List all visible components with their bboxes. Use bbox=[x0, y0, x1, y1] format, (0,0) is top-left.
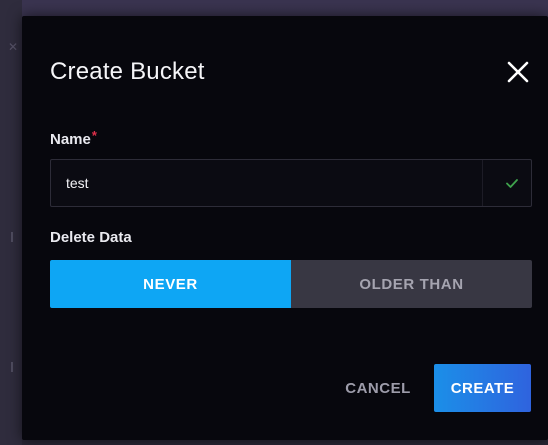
cancel-button[interactable]: CANCEL bbox=[332, 368, 424, 408]
required-indicator: * bbox=[91, 128, 97, 143]
close-button[interactable] bbox=[504, 58, 532, 86]
create-button[interactable]: CREATE bbox=[434, 364, 531, 412]
input-divider bbox=[482, 160, 483, 206]
delete-data-label: Delete Data bbox=[50, 229, 132, 246]
close-icon bbox=[507, 61, 529, 83]
background-sidebar: ✕ bbox=[0, 0, 22, 445]
delete-data-toggle: NEVER OLDER THAN bbox=[50, 260, 532, 308]
background-close-icon: ✕ bbox=[8, 40, 19, 54]
name-label-text: Name bbox=[50, 131, 91, 148]
option-never[interactable]: NEVER bbox=[50, 260, 291, 308]
checkmark-icon bbox=[506, 179, 518, 188]
option-older-than[interactable]: OLDER THAN bbox=[291, 260, 532, 308]
background-divider bbox=[11, 362, 21, 372]
create-bucket-dialog: Create Bucket Name* Delete Data NEVER OL… bbox=[22, 16, 548, 440]
background-divider bbox=[11, 232, 21, 242]
name-input[interactable] bbox=[51, 160, 471, 206]
name-field[interactable] bbox=[50, 159, 532, 207]
name-field-label: Name* bbox=[50, 128, 97, 148]
dialog-title: Create Bucket bbox=[50, 58, 205, 85]
